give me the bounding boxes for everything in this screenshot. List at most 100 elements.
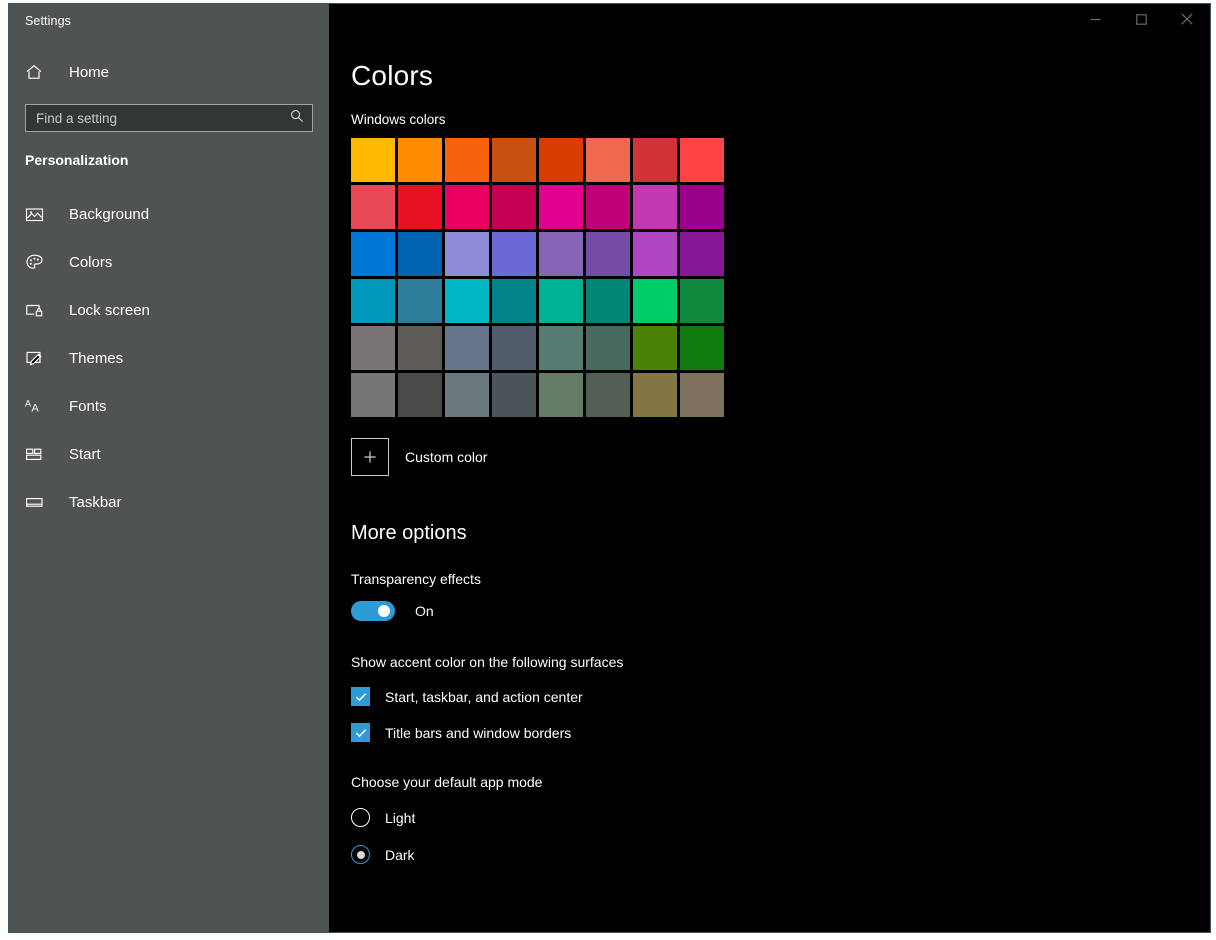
sidebar-item-themes[interactable]: Themes xyxy=(9,334,329,382)
search-box[interactable] xyxy=(25,104,313,132)
plus-icon xyxy=(364,451,376,463)
app-mode-label: Choose your default app mode xyxy=(351,774,543,790)
color-swatch[interactable] xyxy=(539,185,583,229)
main-panel: Colors Windows colors Custom color More … xyxy=(329,4,1210,932)
color-swatch[interactable] xyxy=(633,138,677,182)
close-button[interactable] xyxy=(1164,4,1210,34)
radio-light[interactable]: Light xyxy=(351,808,1210,827)
color-swatch[interactable] xyxy=(492,326,536,370)
color-swatch[interactable] xyxy=(492,373,536,417)
custom-color-button[interactable] xyxy=(351,438,389,476)
color-swatch[interactable] xyxy=(633,326,677,370)
color-swatch[interactable] xyxy=(351,185,395,229)
color-swatch[interactable] xyxy=(539,138,583,182)
color-swatch[interactable] xyxy=(539,326,583,370)
color-swatch[interactable] xyxy=(398,138,442,182)
color-swatch[interactable] xyxy=(445,373,489,417)
app-title: Settings xyxy=(25,14,71,28)
custom-color-row[interactable]: Custom color xyxy=(351,438,1210,476)
checkbox-start-taskbar-action-center[interactable]: Start, taskbar, and action center xyxy=(351,687,1210,706)
color-swatch[interactable] xyxy=(539,373,583,417)
custom-color-label: Custom color xyxy=(405,449,488,465)
color-swatch[interactable] xyxy=(445,326,489,370)
color-swatch[interactable] xyxy=(539,279,583,323)
radio-circle[interactable] xyxy=(351,808,370,827)
sidebar-item-background[interactable]: Background xyxy=(9,190,329,238)
sidebar-item-start[interactable]: Start xyxy=(9,430,329,478)
themes-brush-icon xyxy=(25,349,53,368)
sidebar-item-fonts[interactable]: A A Fonts xyxy=(9,382,329,430)
color-swatch[interactable] xyxy=(586,279,630,323)
color-swatch[interactable] xyxy=(351,373,395,417)
sidebar-item-home-label: Home xyxy=(69,63,110,81)
color-swatch[interactable] xyxy=(398,279,442,323)
sidebar-item-lock-screen[interactable]: Lock screen xyxy=(9,286,329,334)
radio-dark-label: Dark xyxy=(385,846,415,863)
color-swatch[interactable] xyxy=(492,138,536,182)
settings-window: Settings Home Personalization xyxy=(8,3,1211,933)
sidebar-item-themes-label: Themes xyxy=(69,349,124,367)
sidebar-item-lock-screen-label: Lock screen xyxy=(69,301,150,319)
minimize-icon xyxy=(1090,18,1100,20)
search-input[interactable] xyxy=(36,110,290,126)
color-swatch[interactable] xyxy=(586,138,630,182)
home-icon xyxy=(25,63,53,81)
toggle-knob xyxy=(378,605,390,617)
search-icon[interactable] xyxy=(290,109,304,128)
color-swatch[interactable] xyxy=(680,326,724,370)
color-swatch[interactable] xyxy=(351,326,395,370)
color-swatch[interactable] xyxy=(351,138,395,182)
transparency-toggle-row[interactable]: On xyxy=(351,601,1210,621)
check-icon xyxy=(355,728,366,737)
radio-dark[interactable]: Dark xyxy=(351,845,1210,864)
color-swatch[interactable] xyxy=(445,138,489,182)
color-swatch[interactable] xyxy=(633,279,677,323)
color-swatch-grid xyxy=(351,138,724,417)
color-swatch[interactable] xyxy=(680,373,724,417)
color-swatch[interactable] xyxy=(680,279,724,323)
color-swatch[interactable] xyxy=(445,232,489,276)
checkbox-box[interactable] xyxy=(351,723,370,742)
color-swatch[interactable] xyxy=(351,232,395,276)
color-swatch[interactable] xyxy=(398,326,442,370)
color-swatch[interactable] xyxy=(539,232,583,276)
color-swatch[interactable] xyxy=(680,232,724,276)
color-swatch[interactable] xyxy=(492,279,536,323)
color-swatch[interactable] xyxy=(398,185,442,229)
color-swatch[interactable] xyxy=(586,373,630,417)
lock-screen-icon xyxy=(25,301,53,320)
color-swatch[interactable] xyxy=(445,185,489,229)
minimize-button[interactable] xyxy=(1072,4,1118,34)
transparency-toggle[interactable] xyxy=(351,601,395,621)
svg-text:A: A xyxy=(25,398,31,408)
color-swatch[interactable] xyxy=(586,185,630,229)
color-swatch[interactable] xyxy=(398,373,442,417)
color-swatch[interactable] xyxy=(680,138,724,182)
accent-surfaces-label: Show accent color on the following surfa… xyxy=(351,654,624,670)
more-options-title: More options xyxy=(351,522,467,544)
checkbox-box[interactable] xyxy=(351,687,370,706)
color-swatch[interactable] xyxy=(445,279,489,323)
color-swatch[interactable] xyxy=(633,373,677,417)
color-swatch[interactable] xyxy=(492,185,536,229)
color-swatch[interactable] xyxy=(586,326,630,370)
color-swatch[interactable] xyxy=(586,232,630,276)
radio-dot xyxy=(356,850,365,859)
sidebar-item-colors[interactable]: Colors xyxy=(9,238,329,286)
fonts-icon: A A xyxy=(25,397,53,416)
color-swatch[interactable] xyxy=(633,185,677,229)
color-swatch[interactable] xyxy=(492,232,536,276)
color-swatch[interactable] xyxy=(351,279,395,323)
color-swatch[interactable] xyxy=(633,232,677,276)
sidebar-item-taskbar[interactable]: Taskbar xyxy=(9,478,329,526)
sidebar-category-title: Personalization xyxy=(25,152,129,168)
sidebar-item-home[interactable]: Home xyxy=(9,54,329,90)
radio-circle[interactable] xyxy=(351,845,370,864)
color-swatch[interactable] xyxy=(398,232,442,276)
color-swatch[interactable] xyxy=(680,185,724,229)
maximize-button[interactable] xyxy=(1118,4,1164,34)
checkbox-title-bars-window-borders[interactable]: Title bars and window borders xyxy=(351,723,1210,742)
transparency-state-text: On xyxy=(415,603,434,619)
check-icon xyxy=(355,692,366,701)
titlebar xyxy=(329,4,1210,40)
